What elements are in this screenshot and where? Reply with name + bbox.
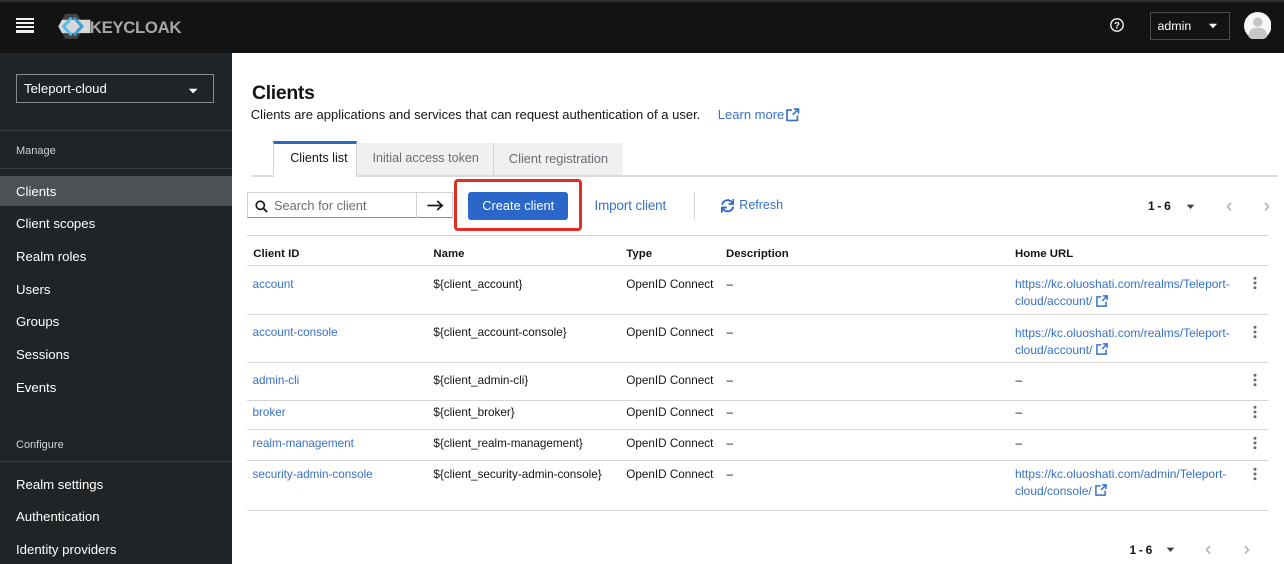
svg-text:KEYCLOAK: KEYCLOAK	[90, 18, 182, 37]
svg-text:?: ?	[1114, 20, 1120, 31]
